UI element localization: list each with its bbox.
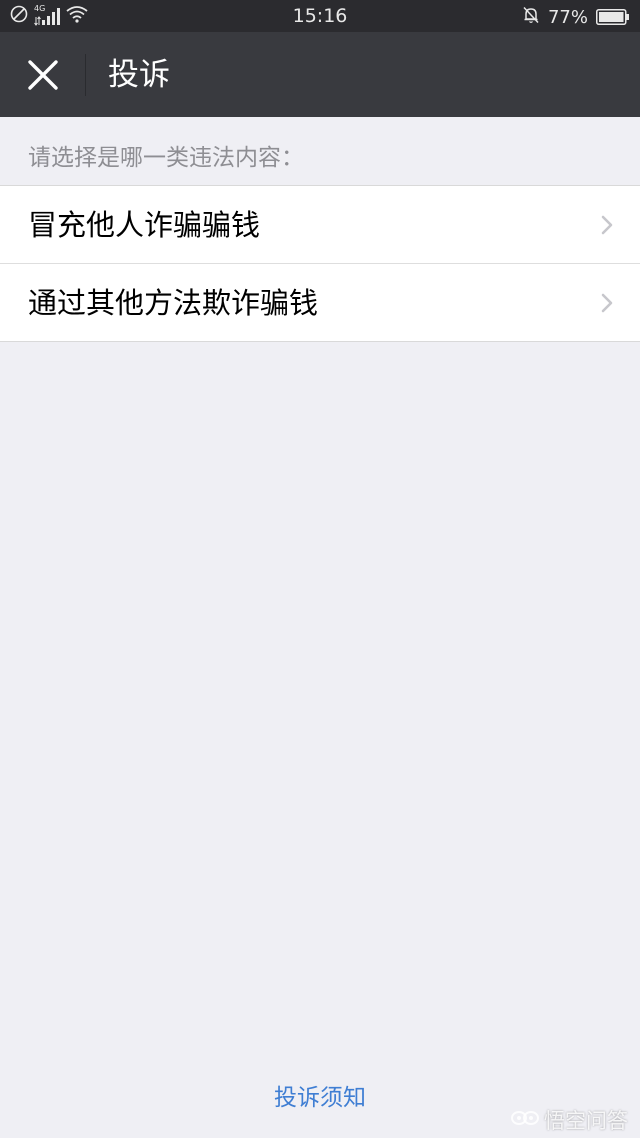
status-right: 77% (522, 6, 630, 28)
option-list: 冒充他人诈骗骗钱 通过其他方法欺诈骗钱 (0, 185, 640, 342)
header-divider (85, 54, 86, 96)
close-button[interactable] (14, 46, 72, 104)
header: 投诉 (0, 32, 640, 117)
muted-bell-icon (522, 6, 540, 29)
chevron-right-icon (600, 292, 614, 314)
watermark-text: 悟空问答 (544, 1109, 628, 1133)
battery-icon (596, 9, 630, 25)
option-other-fraud[interactable]: 通过其他方法欺诈骗钱 (0, 263, 640, 341)
option-label: 冒充他人诈骗骗钱 (28, 207, 261, 242)
close-icon (28, 60, 58, 90)
battery-percent: 77% (547, 6, 588, 28)
watermark: 悟空问答 (510, 1106, 628, 1134)
wukong-logo (510, 1108, 540, 1133)
option-impersonation-fraud[interactable]: 冒充他人诈骗骗钱 (0, 186, 640, 263)
option-label: 通过其他方法欺诈骗钱 (28, 285, 319, 320)
page-title: 投诉 (108, 57, 170, 93)
status-bar: 4G 15:16 77% (0, 0, 640, 32)
section-prompt: 请选择是哪一类违法内容： (28, 145, 304, 171)
chevron-right-icon (600, 214, 614, 236)
